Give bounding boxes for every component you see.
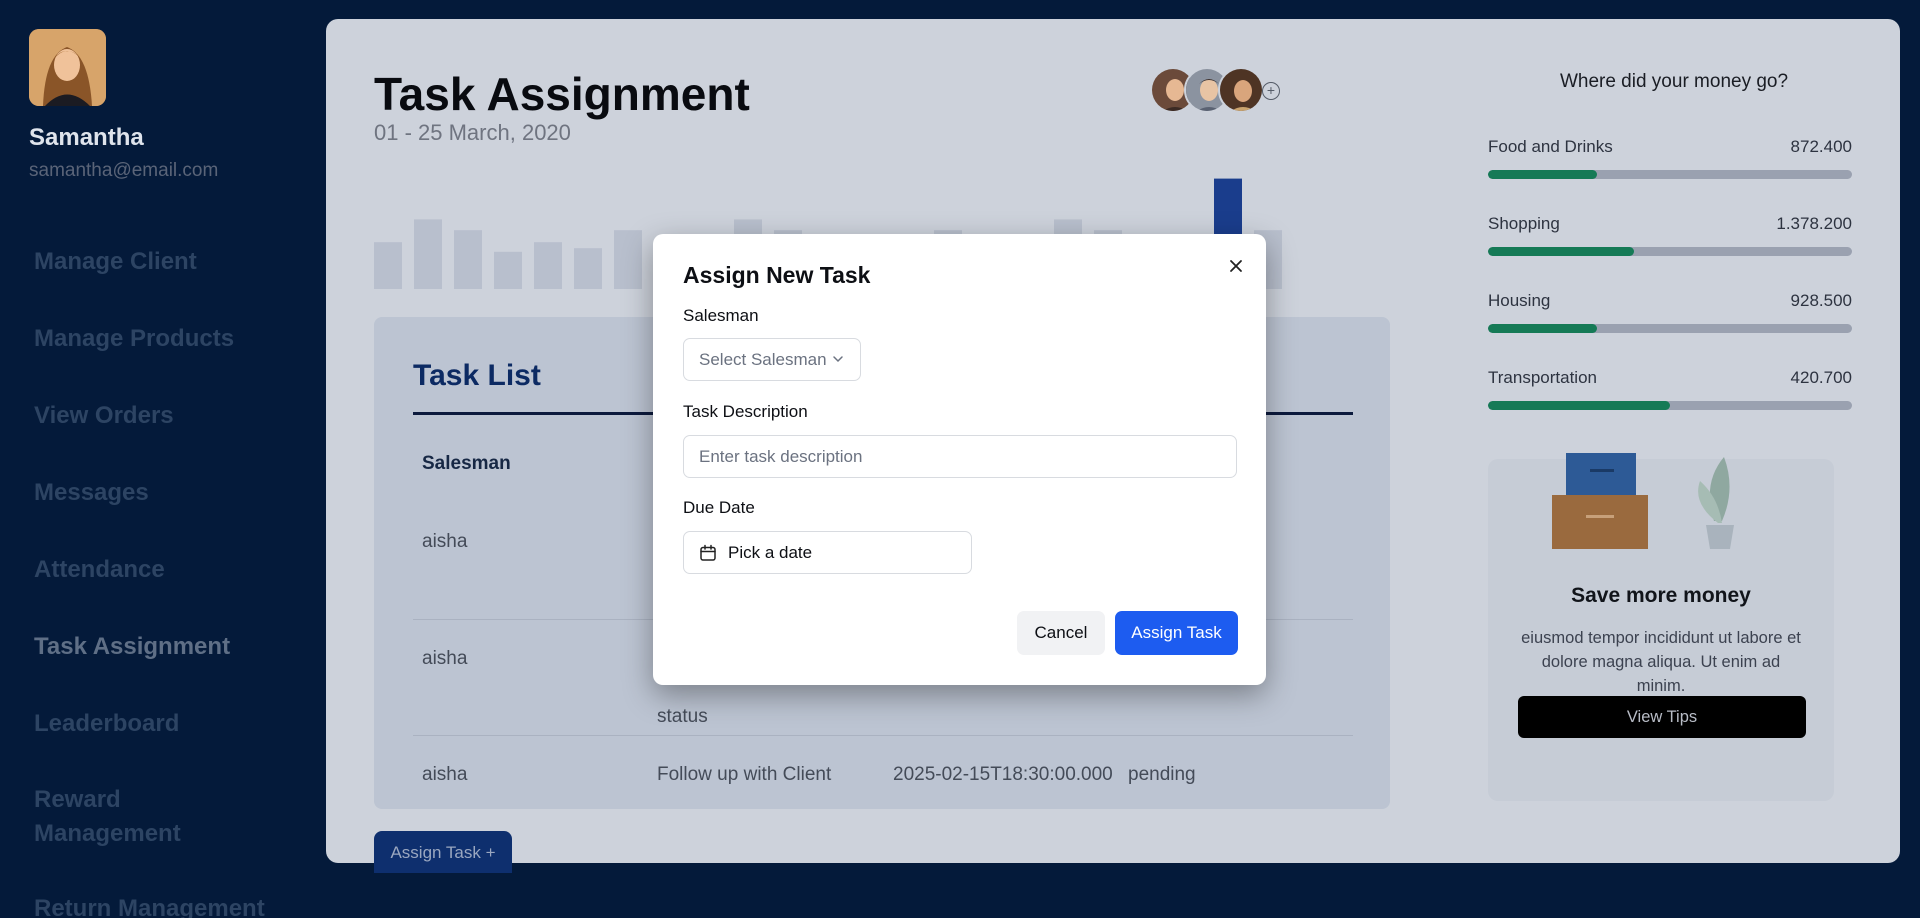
salesman-label: Salesman xyxy=(683,306,759,325)
cancel-button[interactable]: Cancel xyxy=(1017,611,1105,655)
dialog-title: Assign New Task xyxy=(683,262,871,288)
due-date-picker[interactable]: Pick a date xyxy=(683,531,972,574)
salesman-select[interactable]: Select Salesman xyxy=(683,338,861,381)
calendar-icon xyxy=(700,544,716,561)
salesman-select-value: Select Salesman xyxy=(699,350,827,369)
due-date-label: Due Date xyxy=(683,498,755,517)
task-description-label: Task Description xyxy=(683,402,808,421)
chevron-down-icon xyxy=(833,356,843,363)
assign-task-button[interactable]: Assign Task xyxy=(1115,611,1238,655)
due-date-value: Pick a date xyxy=(728,543,813,562)
assign-task-dialog: Assign New Task Salesman Select Salesman… xyxy=(653,234,1266,685)
close-icon[interactable] xyxy=(1226,256,1246,276)
task-description-input[interactable] xyxy=(683,435,1237,478)
